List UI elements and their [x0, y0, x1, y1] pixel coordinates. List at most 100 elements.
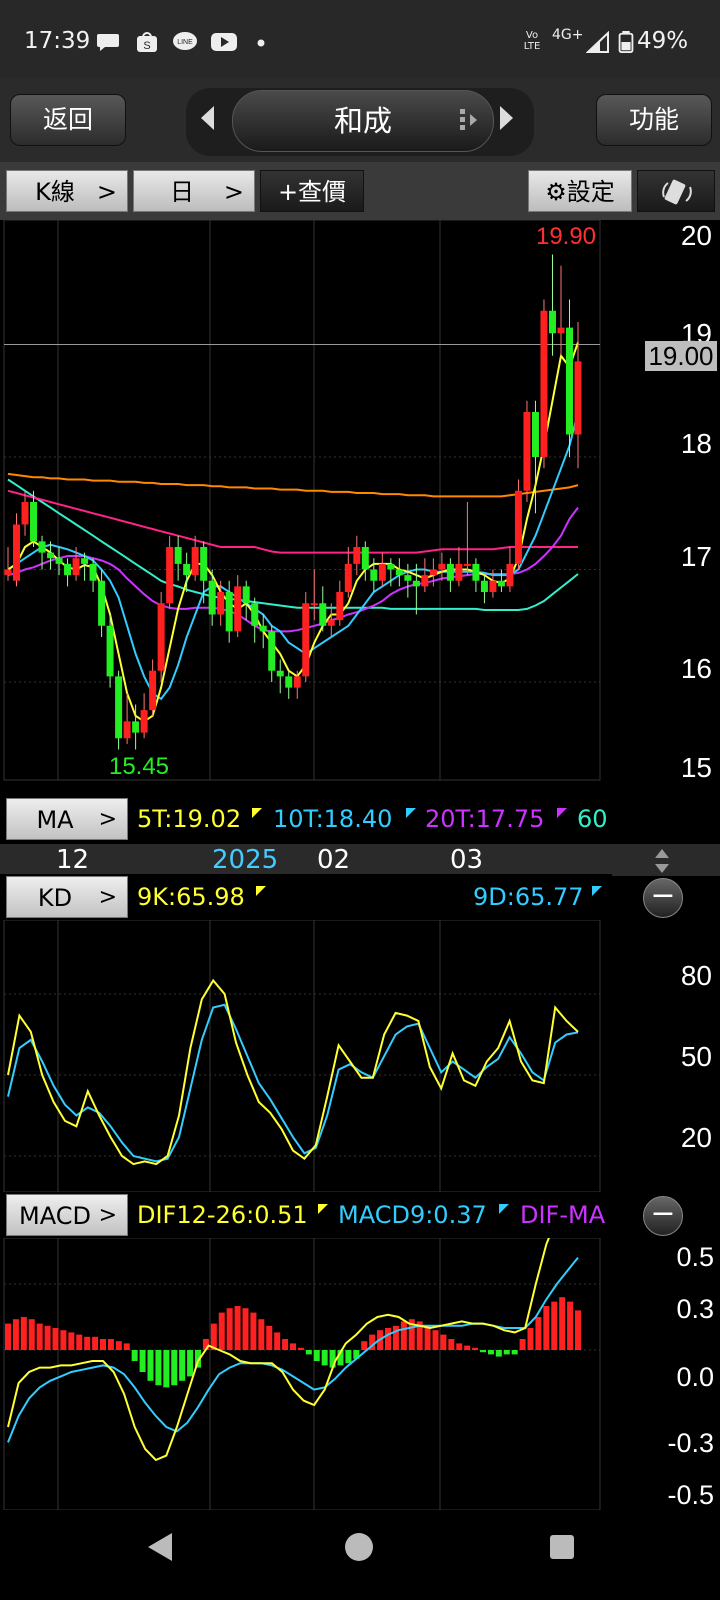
function-button[interactable]: 功能 [596, 94, 712, 146]
svg-text:LINE: LINE [177, 39, 193, 46]
period-button[interactable]: 日 > [133, 170, 255, 212]
kd-y-tick-50: 50 [681, 1041, 712, 1072]
candle-body [506, 563, 514, 587]
candle-body [480, 580, 488, 592]
osc-bar [139, 1350, 146, 1372]
ma-indicator-button[interactable]: MA > [6, 798, 128, 840]
osc-bar [503, 1350, 510, 1355]
chevron-right-icon: > [96, 178, 117, 206]
ma5-value: 5T:19.02 [137, 805, 242, 833]
ma-label: MA [36, 806, 74, 834]
price-chart[interactable]: 20 19 18 17 16 15 19.00 19.90 15.45 [0, 220, 720, 796]
candle-body [191, 547, 199, 576]
osc-bar [424, 1325, 431, 1350]
kd-indicator-button[interactable]: KD > [6, 876, 128, 918]
status-time: 17:39 [24, 28, 91, 54]
osc-bar [12, 1319, 19, 1350]
next-stock-arrow-icon[interactable] [494, 102, 518, 134]
osc-bar [76, 1334, 83, 1350]
candle-body [38, 541, 46, 553]
add-quote-button[interactable]: +查價 [260, 170, 364, 212]
chart-toolbar: K線 > 日 > +查價 ⚙設定 [0, 162, 720, 220]
candle-body [463, 563, 471, 566]
osc-bar [242, 1308, 249, 1350]
macd-legend-bar: MACD > DIF12-26:0.51 MACD9:0.37 DIF-MA [0, 1192, 612, 1238]
candle-body [106, 625, 114, 677]
ma20-marker-icon [557, 808, 567, 818]
line-app-icon: LINE [173, 32, 197, 50]
ma10-value: 10T:18.40 [273, 805, 393, 833]
osc-bar [131, 1350, 138, 1361]
osc-bar [5, 1323, 11, 1350]
osc-bar [519, 1339, 526, 1350]
candle-body [344, 563, 352, 592]
osc-bar [163, 1350, 170, 1388]
osc-bar [297, 1347, 304, 1350]
candle-body [446, 563, 454, 581]
osc-bar [179, 1350, 186, 1381]
date-label-mar: 03 [450, 845, 484, 875]
osc-bar [187, 1350, 194, 1377]
candle-body [302, 603, 310, 677]
dif-marker-icon [318, 1204, 328, 1214]
osc-bar [535, 1317, 542, 1350]
notification-dot-icon [257, 39, 265, 47]
ma60-value: 60 [577, 805, 608, 833]
android-nav-bar [0, 1510, 720, 1600]
candle-body [574, 361, 582, 435]
candle-body [353, 547, 361, 564]
y-tick-20: 20 [681, 220, 712, 251]
macd9-value: MACD9:0.37 [338, 1201, 487, 1229]
candle-body [72, 558, 80, 576]
chevron-right-icon: > [98, 1203, 117, 1228]
candle-body [47, 552, 55, 559]
y-tick-15: 15 [681, 752, 712, 783]
osc-bar [92, 1336, 99, 1350]
stock-name: 和成 [333, 104, 392, 138]
osc-bar [44, 1325, 51, 1350]
chevron-right-icon: > [223, 178, 244, 206]
stock-list-icon[interactable] [458, 106, 480, 134]
candle-body [548, 310, 556, 334]
period-label: 日 [170, 178, 194, 206]
osc-bar [266, 1325, 273, 1350]
back-triangle-icon[interactable] [144, 1530, 176, 1564]
candle-body [174, 547, 182, 564]
osc-bar [68, 1332, 75, 1350]
recents-square-icon[interactable] [547, 1532, 577, 1562]
macd-indicator-button[interactable]: MACD > [6, 1194, 128, 1236]
svg-text:S: S [143, 40, 150, 52]
candle-body [497, 580, 505, 587]
candle-body [123, 721, 131, 739]
kd-legend-bar: KD > 9K:65.98 9D:65.77 [0, 874, 612, 920]
candle-body [412, 580, 420, 587]
chart-type-button[interactable]: K線 > [6, 170, 128, 212]
home-circle-icon[interactable] [342, 1530, 376, 1564]
rotate-screen-button[interactable] [637, 170, 715, 212]
resize-handle-icon[interactable] [652, 848, 672, 874]
collapse-macd-button[interactable]: − [643, 1196, 683, 1236]
back-button[interactable]: 返回 [10, 94, 126, 146]
candle-body [30, 502, 38, 542]
candle-body [319, 603, 327, 626]
battery-level: 49% [637, 28, 689, 54]
macd-chart[interactable]: 0.5 0.3 0.0 -0.3 -0.5 [0, 1238, 720, 1510]
prev-stock-arrow-icon[interactable] [196, 102, 220, 134]
osc-bar [36, 1323, 43, 1350]
kd-chart[interactable]: 80 50 20 [0, 920, 720, 1192]
candle-body [531, 412, 539, 457]
candle-body [98, 580, 106, 626]
collapse-kd-button[interactable]: − [643, 878, 683, 918]
settings-button[interactable]: ⚙設定 [528, 170, 632, 212]
stock-title[interactable]: 和成 [232, 90, 494, 152]
osc-bar [440, 1334, 447, 1350]
candle-body [429, 569, 437, 576]
osc-bar [456, 1343, 463, 1350]
current-price-label: 19.00 [648, 341, 713, 371]
candle-body [395, 569, 403, 576]
candle-body [472, 563, 480, 581]
candle-body [89, 563, 97, 581]
kd-y-tick-20: 20 [681, 1122, 712, 1153]
ma20-value: 20T:17.75 [425, 805, 545, 833]
dif-value: DIF12-26:0.51 [137, 1201, 308, 1229]
